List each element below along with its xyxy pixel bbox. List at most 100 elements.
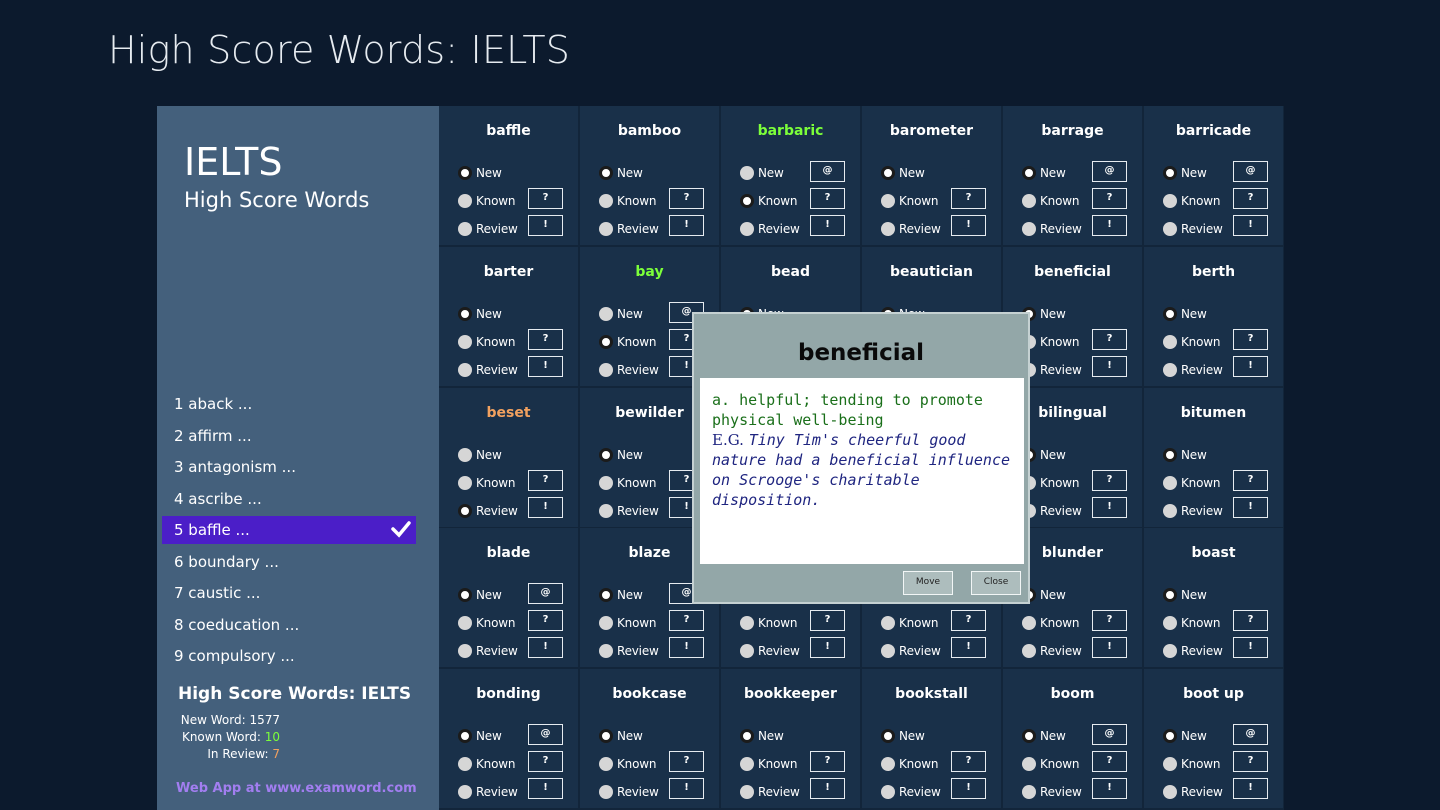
new-radio-option[interactable]: New — [599, 163, 643, 183]
exclaim-tag-button[interactable]: ! — [669, 778, 704, 800]
radio-icon[interactable] — [1163, 757, 1177, 772]
word-title[interactable]: berth — [1144, 264, 1283, 280]
new-radio-option[interactable]: New — [1163, 163, 1207, 183]
review-radio-option[interactable]: Review — [1022, 360, 1082, 380]
word-title[interactable]: barricade — [1144, 123, 1283, 139]
word-title[interactable]: beset — [439, 405, 578, 421]
radio-icon[interactable] — [458, 757, 472, 772]
radio-icon[interactable] — [458, 334, 472, 349]
new-radio-option[interactable]: New — [458, 304, 502, 324]
word-title[interactable]: bookcase — [580, 686, 719, 702]
review-radio-option[interactable]: Review — [458, 219, 518, 239]
at-tag-button[interactable]: @ — [1233, 161, 1268, 182]
word-title[interactable]: barrage — [1003, 123, 1142, 139]
question-tag-button[interactable]: ? — [669, 610, 704, 632]
exclaim-tag-button[interactable]: ! — [951, 778, 986, 800]
radio-icon[interactable] — [740, 644, 754, 659]
new-radio-option[interactable]: New — [458, 585, 502, 605]
radio-icon[interactable] — [458, 503, 472, 518]
known-radio-option[interactable]: Known — [881, 191, 938, 211]
radio-icon[interactable] — [458, 362, 472, 377]
known-radio-option[interactable]: Known — [1022, 473, 1079, 493]
exclaim-tag-button[interactable]: ! — [810, 778, 845, 800]
word-title[interactable]: barbaric — [721, 123, 860, 139]
word-group-item[interactable]: 3 antagonism ... — [162, 453, 416, 485]
close-button[interactable]: Close — [971, 571, 1021, 595]
known-radio-option[interactable]: Known — [740, 191, 797, 211]
word-group-item[interactable]: 7 caustic ... — [162, 579, 416, 611]
question-tag-button[interactable]: ? — [1092, 469, 1127, 491]
review-radio-option[interactable]: Review — [1022, 782, 1082, 802]
exclaim-tag-button[interactable]: ! — [1092, 355, 1127, 377]
radio-icon[interactable] — [1163, 222, 1177, 236]
exclaim-tag-button[interactable]: ! — [1092, 637, 1127, 659]
new-radio-option[interactable]: New — [599, 304, 643, 324]
new-radio-option[interactable]: New — [740, 726, 784, 746]
radio-icon[interactable] — [1163, 644, 1177, 659]
radio-icon[interactable] — [599, 334, 613, 349]
exclaim-tag-button[interactable]: ! — [1233, 496, 1268, 518]
question-tag-button[interactable]: ? — [528, 469, 563, 491]
question-tag-button[interactable]: ? — [1233, 610, 1268, 632]
word-title[interactable]: barometer — [862, 123, 1001, 139]
exclaim-tag-button[interactable]: ! — [1092, 215, 1127, 236]
review-radio-option[interactable]: Review — [881, 219, 941, 239]
question-tag-button[interactable]: ? — [528, 188, 563, 209]
radio-icon[interactable] — [599, 785, 613, 800]
radio-icon[interactable] — [599, 503, 613, 518]
move-button[interactable]: Move — [903, 571, 953, 595]
question-tag-button[interactable]: ? — [1233, 751, 1268, 773]
word-title[interactable]: baffle — [439, 123, 578, 139]
review-radio-option[interactable]: Review — [458, 641, 518, 661]
review-radio-option[interactable]: Review — [599, 360, 659, 380]
radio-icon[interactable] — [1163, 503, 1177, 518]
word-title[interactable]: bamboo — [580, 123, 719, 139]
exclaim-tag-button[interactable]: ! — [528, 355, 563, 377]
question-tag-button[interactable]: ? — [669, 188, 704, 209]
question-tag-button[interactable]: ? — [951, 188, 986, 209]
exclaim-tag-button[interactable]: ! — [951, 637, 986, 659]
word-title[interactable]: beneficial — [1003, 264, 1142, 280]
radio-icon[interactable] — [458, 729, 472, 744]
question-tag-button[interactable]: ? — [1092, 610, 1127, 632]
review-radio-option[interactable]: Review — [1163, 219, 1223, 239]
known-radio-option[interactable]: Known — [1163, 332, 1220, 352]
question-tag-button[interactable]: ? — [810, 610, 845, 632]
new-radio-option[interactable]: New — [1163, 445, 1207, 465]
radio-icon[interactable] — [1163, 447, 1177, 462]
radio-icon[interactable] — [740, 616, 754, 631]
exclaim-tag-button[interactable]: ! — [669, 637, 704, 659]
review-radio-option[interactable]: Review — [740, 219, 800, 239]
review-radio-option[interactable]: Review — [1163, 782, 1223, 802]
new-radio-option[interactable]: New — [1022, 163, 1066, 183]
exclaim-tag-button[interactable]: ! — [528, 496, 563, 518]
radio-icon[interactable] — [458, 447, 472, 462]
review-radio-option[interactable]: Review — [1163, 641, 1223, 661]
known-radio-option[interactable]: Known — [1163, 754, 1220, 774]
radio-icon[interactable] — [1163, 334, 1177, 349]
radio-icon[interactable] — [1163, 785, 1177, 800]
question-tag-button[interactable]: ? — [528, 610, 563, 632]
radio-icon[interactable] — [599, 588, 613, 603]
exclaim-tag-button[interactable]: ! — [1233, 355, 1268, 377]
known-radio-option[interactable]: Known — [1163, 473, 1220, 493]
exclaim-tag-button[interactable]: ! — [1092, 778, 1127, 800]
exclaim-tag-button[interactable]: ! — [1233, 637, 1268, 659]
new-radio-option[interactable]: New — [1163, 726, 1207, 746]
exclaim-tag-button[interactable]: ! — [951, 215, 986, 236]
word-title[interactable]: boom — [1003, 686, 1142, 702]
radio-icon[interactable] — [599, 306, 613, 321]
word-title[interactable]: bead — [721, 264, 860, 280]
radio-icon[interactable] — [740, 757, 754, 772]
radio-icon[interactable] — [881, 729, 895, 744]
question-tag-button[interactable]: ? — [951, 610, 986, 632]
word-group-item[interactable]: 8 coeducation ... — [162, 611, 416, 643]
review-radio-option[interactable]: Review — [458, 360, 518, 380]
new-radio-option[interactable]: New — [881, 726, 925, 746]
known-radio-option[interactable]: Known — [740, 613, 797, 633]
word-title[interactable]: bay — [580, 264, 719, 280]
word-group-item[interactable]: 5 baffle ... — [162, 516, 416, 544]
review-radio-option[interactable]: Review — [1163, 501, 1223, 521]
new-radio-option[interactable]: New — [599, 585, 643, 605]
known-radio-option[interactable]: Known — [458, 754, 515, 774]
